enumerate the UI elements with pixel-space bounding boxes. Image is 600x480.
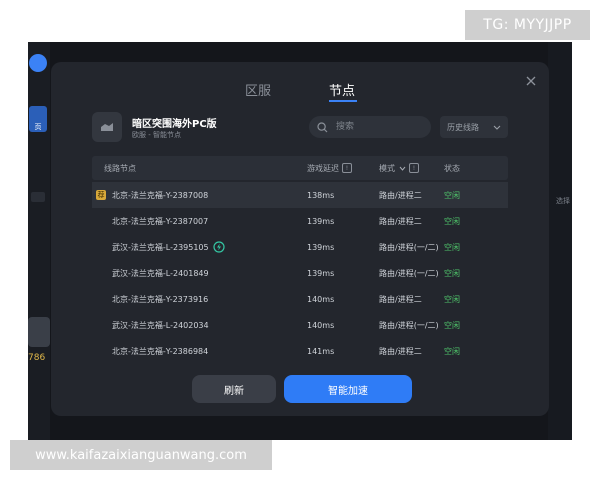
header-latency-label: 游戏延迟 bbox=[307, 163, 339, 173]
watermark-bottom: www.kaifazaixianguanwang.com bbox=[10, 440, 272, 470]
game-icon bbox=[92, 112, 122, 142]
game-title: 暗区突围海外PC版 bbox=[132, 119, 217, 130]
node-status: 空闲 bbox=[444, 242, 460, 252]
background-sidebar: 页 786 bbox=[28, 42, 50, 440]
right-panel-text: 选择 bbox=[556, 197, 570, 205]
node-name-wrap: 武汉-法兰克福-L-2395105 bbox=[112, 234, 225, 260]
search-box[interactable] bbox=[309, 116, 431, 138]
boost-icon bbox=[213, 241, 225, 253]
chevron-down-icon bbox=[493, 125, 501, 130]
search-icon bbox=[317, 121, 329, 133]
watermark-top: TG: MYYJJPP bbox=[465, 10, 590, 40]
node-mode: 路由/进程二 bbox=[379, 346, 422, 356]
node-latency: 141ms bbox=[307, 346, 335, 356]
header-latency: 游戏延迟 ! bbox=[307, 156, 352, 180]
sidebar-home[interactable]: 页 bbox=[29, 106, 47, 132]
node-table: 线路节点 游戏延迟 ! 模式 ! 状态 荐 北京-法兰克福-Y-2387008 … bbox=[92, 156, 508, 356]
node-status: 空闲 bbox=[444, 190, 460, 200]
header-status: 状态 bbox=[444, 156, 460, 180]
table-row[interactable]: 武汉-法兰克福-L-2395105 139ms 路由/进程(一/二) 空闲 bbox=[92, 234, 508, 260]
node-mode: 路由/进程二 bbox=[379, 190, 422, 200]
node-latency: 138ms bbox=[307, 190, 335, 200]
header-name: 线路节点 bbox=[104, 156, 136, 180]
recommend-icon: 荐 bbox=[96, 190, 106, 200]
node-name: 北京-法兰克福-Y-2386984 bbox=[112, 346, 209, 356]
node-latency: 140ms bbox=[307, 320, 335, 330]
node-mode: 路由/进程(一/二) bbox=[379, 242, 439, 252]
table-row[interactable]: 武汉-法兰克福-L-2401849 139ms 路由/进程(一/二) 空闲 bbox=[92, 260, 508, 286]
side-number: 786 bbox=[28, 353, 46, 363]
search-input[interactable] bbox=[334, 121, 428, 133]
node-name: 北京-法兰克福-Y-2387007 bbox=[112, 216, 209, 226]
node-mode: 路由/进程二 bbox=[379, 216, 422, 226]
node-status: 空闲 bbox=[444, 294, 460, 304]
node-name: 武汉-法兰克福-L-2395105 bbox=[112, 242, 209, 252]
node-status: 空闲 bbox=[444, 268, 460, 278]
active-tab-indicator bbox=[329, 100, 357, 102]
table-header: 线路节点 游戏延迟 ! 模式 ! 状态 bbox=[92, 156, 508, 180]
info-icon[interactable]: ! bbox=[409, 163, 419, 173]
app-logo-icon bbox=[29, 54, 47, 72]
node-latency: 139ms bbox=[307, 216, 335, 226]
header-name-label: 线路节点 bbox=[104, 163, 136, 173]
smart-accelerate-button[interactable]: 智能加速 bbox=[284, 375, 412, 403]
close-button[interactable] bbox=[522, 72, 540, 90]
avatar[interactable] bbox=[28, 317, 50, 347]
history-route-select[interactable]: 历史线路 bbox=[440, 116, 508, 138]
close-icon bbox=[526, 76, 536, 86]
node-name: 北京-法兰克福-Y-2387008 bbox=[112, 190, 209, 200]
game-subtitle: 欧服 - 智能节点 bbox=[132, 131, 181, 139]
table-row[interactable]: 北京-法兰克福-Y-2387007 139ms 路由/进程二 空闲 bbox=[92, 208, 508, 234]
node-mode: 路由/进程(一/二) bbox=[379, 320, 439, 330]
info-icon[interactable]: ! bbox=[342, 163, 352, 173]
table-row[interactable]: 武汉-法兰克福-L-2402034 140ms 路由/进程(一/二) 空闲 bbox=[92, 312, 508, 338]
table-row[interactable]: 荐 北京-法兰克福-Y-2387008 138ms 路由/进程二 空闲 bbox=[92, 182, 508, 208]
header-status-label: 状态 bbox=[444, 163, 460, 173]
tab-zone[interactable]: 区服 bbox=[245, 80, 271, 99]
history-route-label: 历史线路 bbox=[447, 122, 479, 132]
node-name: 武汉-法兰克福-L-2402034 bbox=[112, 320, 209, 330]
header-mode-label: 模式 bbox=[379, 163, 395, 173]
node-latency: 139ms bbox=[307, 268, 335, 278]
node-status: 空闲 bbox=[444, 216, 460, 226]
node-select-dialog: 区服 节点 暗区突围海外PC版 欧服 - 智能节点 历史线路 线路节点 游戏延迟… bbox=[51, 62, 549, 416]
node-name: 北京-法兰克福-Y-2373916 bbox=[112, 294, 209, 304]
table-row[interactable]: 北京-法兰克福-Y-2386984 141ms 路由/进程二 空闲 bbox=[92, 338, 508, 356]
sort-chevron-icon bbox=[399, 166, 406, 171]
background-right-panel: 选择 bbox=[548, 42, 572, 440]
refresh-button[interactable]: 刷新 bbox=[192, 375, 276, 403]
node-status: 空闲 bbox=[444, 346, 460, 356]
sidebar-home-label: 页 bbox=[34, 123, 42, 131]
node-mode: 路由/进程(一/二) bbox=[379, 268, 439, 278]
node-mode: 路由/进程二 bbox=[379, 294, 422, 304]
header-mode[interactable]: 模式 ! bbox=[379, 156, 419, 180]
sidebar-nav-icon[interactable] bbox=[31, 192, 45, 202]
node-status: 空闲 bbox=[444, 320, 460, 330]
tab-node[interactable]: 节点 bbox=[329, 80, 355, 99]
node-latency: 140ms bbox=[307, 294, 335, 304]
node-latency: 139ms bbox=[307, 242, 335, 252]
node-name: 武汉-法兰克福-L-2401849 bbox=[112, 268, 209, 278]
table-row[interactable]: 北京-法兰克福-Y-2373916 140ms 路由/进程二 空闲 bbox=[92, 286, 508, 312]
